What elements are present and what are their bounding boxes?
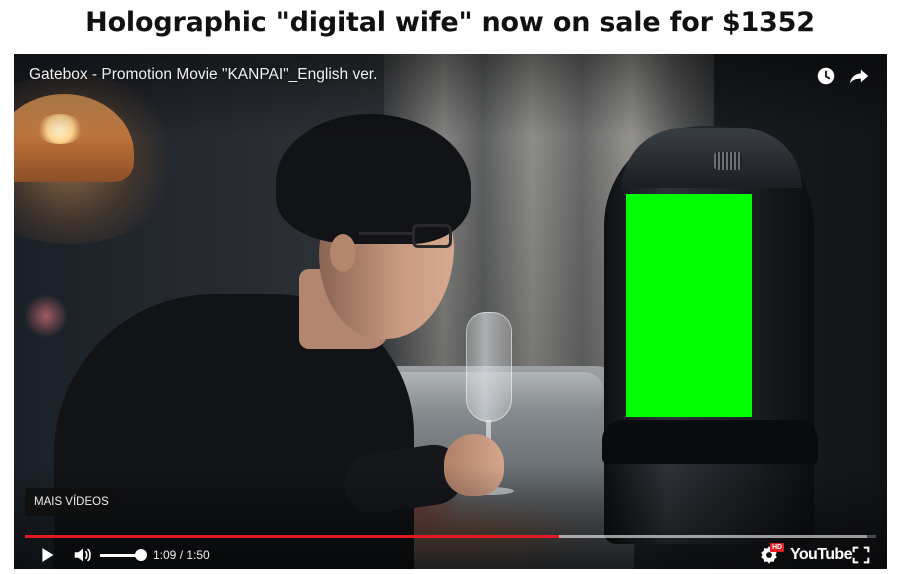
volume-slider[interactable]	[100, 554, 140, 557]
time-total: 1:50	[186, 548, 210, 562]
progress-played	[25, 535, 559, 538]
vignette	[14, 54, 887, 569]
volume-icon[interactable]	[72, 544, 94, 566]
time-separator: /	[176, 548, 187, 562]
more-videos-button[interactable]: MAIS VÍDEOS	[25, 488, 118, 516]
video-frame[interactable]	[14, 54, 887, 569]
control-bar: 1:09 / 1:50 HD YouTube	[14, 540, 887, 569]
progress-bar[interactable]	[25, 535, 876, 538]
youtube-logo[interactable]: YouTube	[790, 546, 852, 564]
video-player[interactable]: Gatebox - Promotion Movie "KANPAI"_Engli…	[14, 54, 887, 569]
share-arrow-icon[interactable]	[848, 65, 870, 87]
video-title[interactable]: Gatebox - Promotion Movie "KANPAI"_Engli…	[29, 66, 377, 84]
time-current: 1:09	[153, 548, 177, 562]
hd-badge: HD	[770, 543, 785, 552]
fullscreen-icon[interactable]	[850, 544, 872, 566]
volume-slider-handle[interactable]	[135, 549, 147, 561]
play-icon[interactable]	[36, 544, 58, 566]
page-headline: Holographic "digital wife" now on sale f…	[85, 7, 815, 38]
clock-icon[interactable]	[815, 65, 837, 87]
time-display: 1:09 / 1:50	[153, 548, 210, 562]
